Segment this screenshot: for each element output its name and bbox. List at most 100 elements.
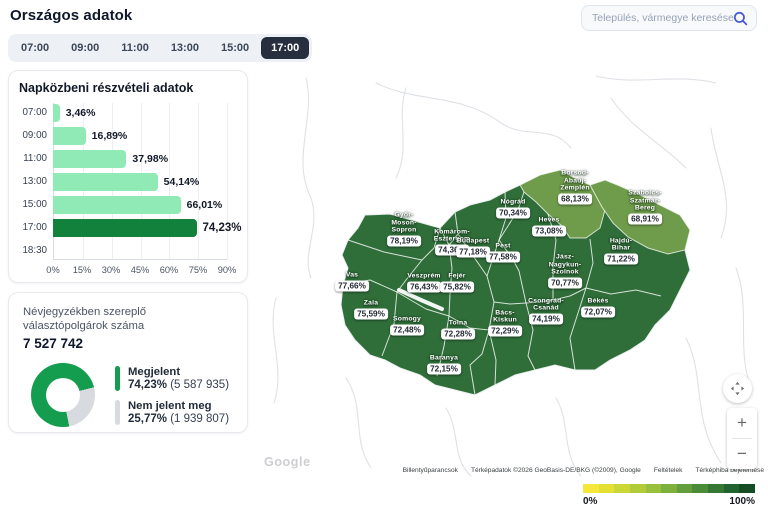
- bar-row: 15:0066,01%: [19, 193, 237, 216]
- bar-time-label: 09:00: [19, 130, 53, 141]
- scale-segment: [583, 484, 599, 493]
- county-name: Budapest: [457, 238, 490, 246]
- time-tab-bar: 07:0009:0011:0013:0015:0017:00: [8, 34, 312, 62]
- x-tick-label: 30%: [102, 265, 121, 275]
- time-tab-1300[interactable]: 13:00: [161, 37, 209, 59]
- bar-row: 11:00 37,98%: [19, 147, 237, 170]
- pan-arrows-icon: [730, 381, 745, 396]
- county-value-badge: 68,13%: [558, 194, 592, 205]
- pan-recenter-button[interactable]: [723, 374, 752, 403]
- county-name: Baranya: [430, 355, 458, 363]
- bar-time-label: 13:00: [19, 176, 53, 187]
- bar-track: 3,46%: [53, 104, 227, 122]
- participation-chart-card: Napközbeni részvételi adatok 07:003,46%0…: [8, 70, 248, 283]
- zoom-in-button[interactable]: +: [727, 408, 757, 438]
- bar-value-label: 54,14%: [164, 173, 200, 191]
- page: Országos adatok 07:0009:0011:0013:0015:0…: [0, 0, 768, 517]
- county-label-tolna[interactable]: Tolna72,28%: [441, 329, 475, 340]
- legend-item: Megjelent74,23% (5 587 935): [115, 366, 229, 391]
- time-tab-1700[interactable]: 17:00: [261, 37, 309, 59]
- electorate-label: Névjegyzékben szereplő választópolgárok …: [23, 305, 233, 333]
- search-icon[interactable]: [733, 11, 748, 26]
- county-value-badge: 73,08%: [532, 226, 566, 237]
- county-name: Vas: [346, 272, 358, 280]
- county-name: Hajdú-Bihar: [610, 237, 632, 252]
- county-label-fejer[interactable]: Fejér75,82%: [440, 282, 474, 293]
- donut-legend: Megjelent74,23% (5 587 935) Nem jelent me…: [115, 366, 229, 425]
- county-label-baranya[interactable]: Baranya72,15%: [427, 364, 461, 375]
- county-label-zala[interactable]: Zala75,59%: [354, 309, 388, 320]
- county-label-borsod-abauj-zemplen[interactable]: Borsod-Abaúj-Zemplén68,13%: [558, 194, 592, 205]
- bar-time-label: 07:00: [19, 107, 53, 118]
- x-tick-label: 15%: [73, 265, 92, 275]
- zoom-out-button[interactable]: −: [727, 439, 757, 469]
- county-label-nograd[interactable]: Nógrád70,34%: [496, 208, 530, 219]
- legend-label: Nem jelent meg: [128, 400, 229, 412]
- legend-text: Nem jelent meg25,77% (1 939 807): [128, 400, 229, 425]
- county-label-hajdu-bihar[interactable]: Hajdú-Bihar71,22%: [604, 254, 638, 265]
- bar-row: 13:00 54,14%: [19, 170, 237, 193]
- county-label-budapest[interactable]: Budapest77,18%: [456, 247, 490, 258]
- county-value-badge: 72,29%: [488, 326, 522, 337]
- scale-segment: [692, 484, 708, 493]
- bar-time-label: 15:00: [19, 199, 53, 210]
- time-tab-0700[interactable]: 07:00: [11, 37, 59, 59]
- county-value-badge: 72,48%: [390, 325, 424, 336]
- search-input[interactable]: [592, 12, 733, 24]
- bar: [53, 127, 86, 145]
- search-box[interactable]: [581, 5, 757, 31]
- keyboard-shortcuts-link[interactable]: Billentyűparancsok: [403, 467, 458, 474]
- county-name: Győr-Moson-Sopron: [391, 212, 416, 235]
- county-label-szabolcs-szatmar-bereg[interactable]: Szabolcs-Szatmár-Bereg68,91%: [628, 214, 662, 225]
- time-tab-1500[interactable]: 15:00: [211, 37, 259, 59]
- county-name: Heves: [538, 217, 559, 225]
- bar-time-label: 11:00: [19, 153, 53, 164]
- county-name: Bács-Kiskun: [493, 309, 517, 324]
- scale-min-label: 0%: [583, 496, 597, 507]
- county-name: Csongrád-Csanád: [528, 297, 564, 312]
- google-logo[interactable]: Google: [264, 455, 311, 469]
- county-name: Borsod-Abaúj-Zemplén: [560, 170, 589, 193]
- county-label-somogy[interactable]: Somogy72,48%: [390, 325, 424, 336]
- county-label-pest[interactable]: Pest77,58%: [486, 252, 520, 263]
- county-value-badge: 75,59%: [354, 309, 388, 320]
- x-tick-label: 90%: [218, 265, 237, 275]
- map-attribution: Billentyűparancsok Térképadatok ©2026 Geo…: [403, 467, 764, 474]
- bar: [53, 196, 181, 214]
- scale-segment: [739, 484, 755, 493]
- county-label-csongrad-csanad[interactable]: Csongrád-Csanád74,19%: [529, 314, 563, 325]
- chart-title: Napközbeni részvételi adatok: [19, 81, 237, 95]
- county-value-badge: 77,66%: [335, 281, 369, 292]
- bar-track: 16,89%: [53, 127, 227, 145]
- county-label-veszprem[interactable]: Veszprém76,43%: [407, 282, 441, 293]
- county-value-badge: 71,22%: [604, 254, 638, 265]
- bar-value-label: 37,98%: [132, 150, 168, 168]
- legend-value: 74,23% (5 587 935): [128, 379, 229, 391]
- county-name: Zala: [364, 300, 378, 308]
- county-value-badge: 72,28%: [441, 329, 475, 340]
- county-value-badge: 72,15%: [427, 364, 461, 375]
- terms-link[interactable]: Feltételek: [654, 467, 683, 474]
- county-value-badge: 77,58%: [486, 252, 520, 263]
- hungary-map[interactable]: Győr-Moson-Sopron78,19%Komárom-Esztergom…: [256, 68, 768, 477]
- scale-segment: [677, 484, 693, 493]
- legend-item: Nem jelent meg25,77% (1 939 807): [115, 400, 229, 425]
- county-value-badge: 75,82%: [440, 282, 474, 293]
- bar-track: 74,23%: [53, 219, 227, 237]
- bar-track: [53, 242, 227, 260]
- county-label-bacs-kiskun[interactable]: Bács-Kiskun72,29%: [488, 326, 522, 337]
- bar-track: 54,14%: [53, 173, 227, 191]
- time-tab-1100[interactable]: 11:00: [111, 37, 159, 59]
- scale-segment: [724, 484, 740, 493]
- legend-value: 25,77% (1 939 807): [128, 413, 229, 425]
- county-name: Fejér: [448, 273, 465, 281]
- county-label-jasz-nagykun-szolnok[interactable]: Jász-Nagykun-Szolnok70,77%: [548, 278, 582, 289]
- county-label-heves[interactable]: Heves73,08%: [532, 226, 566, 237]
- map-data-attribution: Térképadatok ©2026 GeoBasis-DE/BKG (©200…: [471, 467, 641, 474]
- county-label-vas[interactable]: Vas77,66%: [335, 281, 369, 292]
- time-tab-0900[interactable]: 09:00: [61, 37, 109, 59]
- county-label-bekes[interactable]: Békés72,07%: [581, 307, 615, 318]
- county-value-badge: 74,19%: [529, 314, 563, 325]
- bar-time-label: 18:30: [19, 245, 53, 256]
- county-label-gyor-moson-sopron[interactable]: Győr-Moson-Sopron78,19%: [387, 236, 421, 247]
